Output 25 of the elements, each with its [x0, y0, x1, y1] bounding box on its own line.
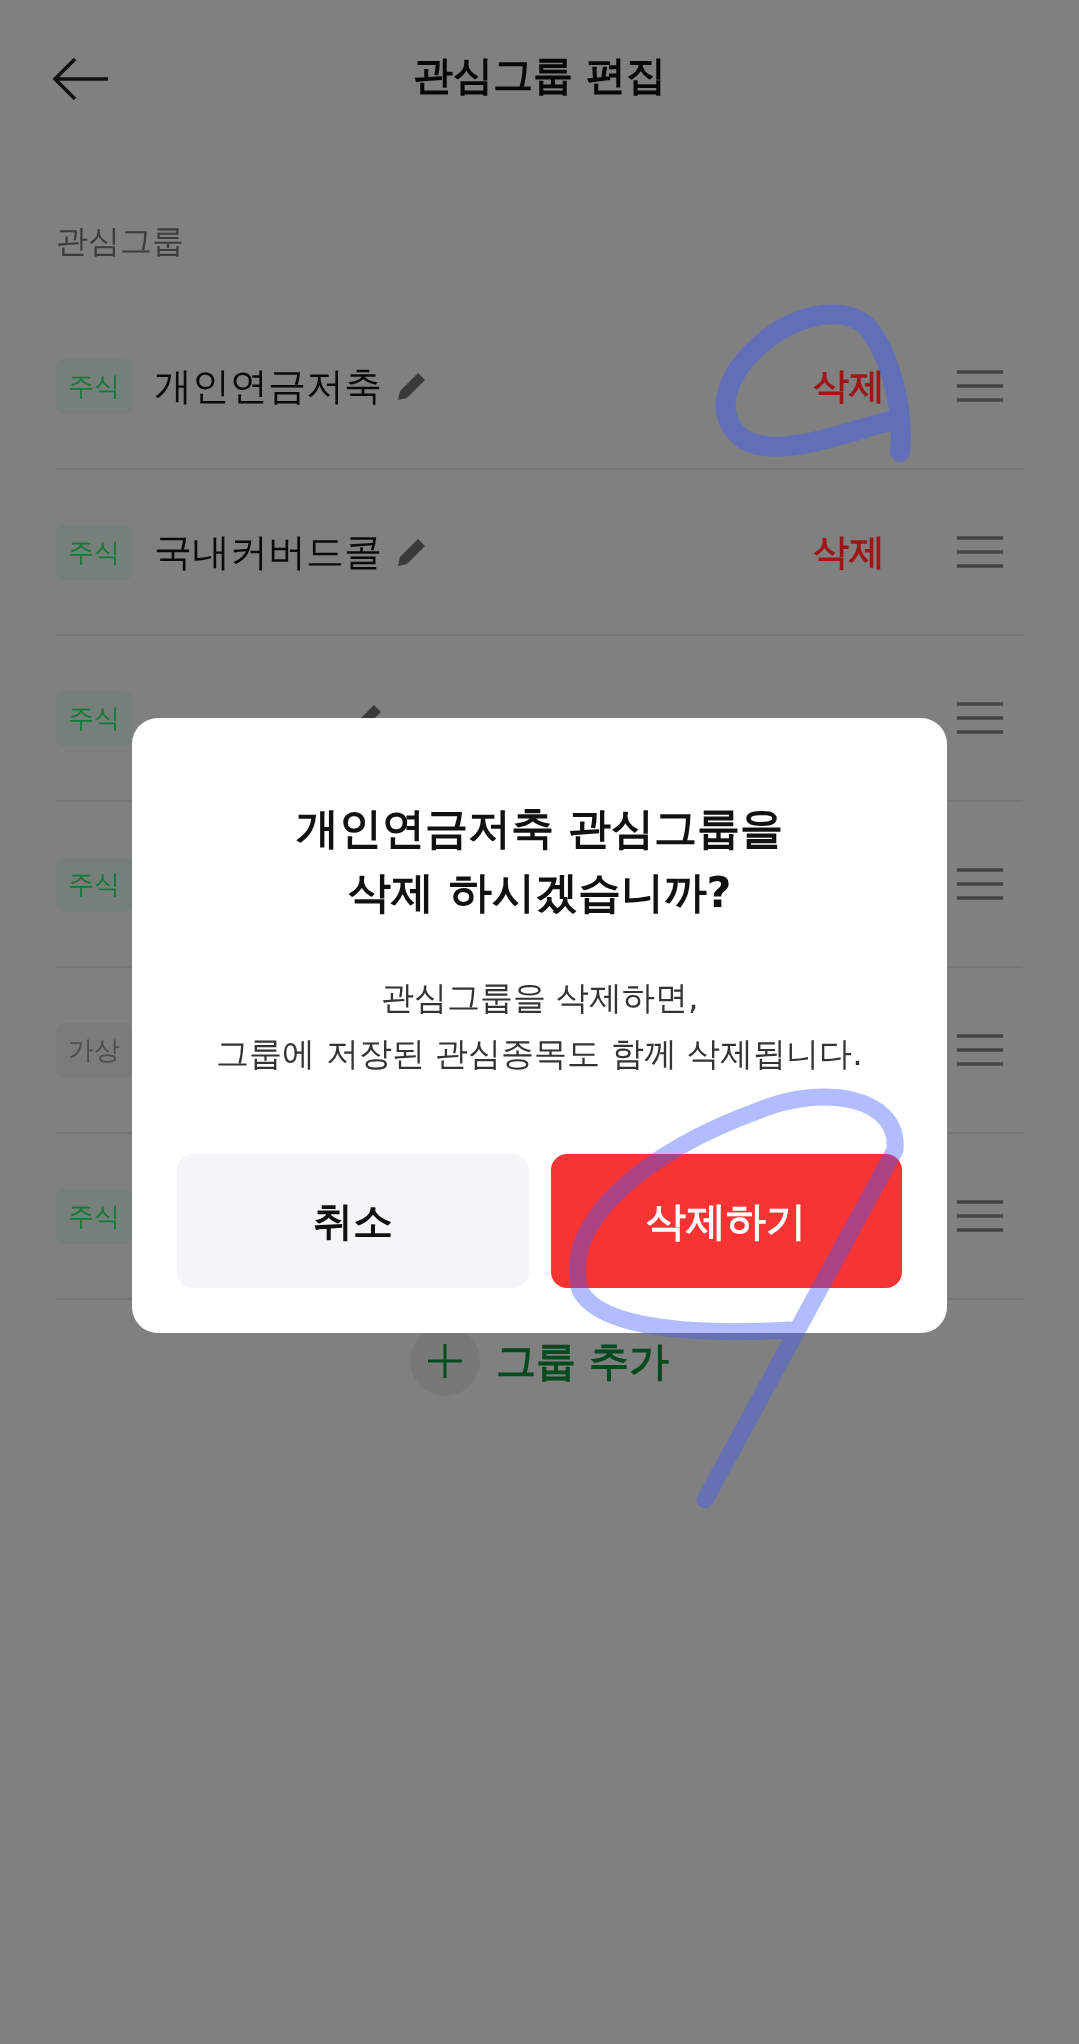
delete-confirm-button[interactable]: 삭제하기 [550, 1154, 902, 1288]
dialog-title: 삭제 하시겠습니까? [347, 866, 732, 919]
dialog-title: 개인연금저축 관심그룹을 [295, 802, 784, 855]
back-arrow-icon[interactable] [52, 56, 110, 102]
drag-handle-icon[interactable] [957, 1199, 1003, 1233]
delete-button[interactable]: 삭제 [813, 361, 885, 411]
section-label: 관심그룹 [56, 221, 185, 262]
group-name: 국내커버드콜 [154, 528, 382, 576]
drag-handle-icon[interactable] [957, 369, 1003, 403]
category-tag: 주식 [56, 524, 132, 580]
group-name: 개인연금저축 [154, 362, 382, 410]
category-tag: 주식 [56, 690, 132, 746]
drag-handle-icon[interactable] [957, 701, 1003, 735]
drag-handle-icon[interactable] [957, 867, 1003, 901]
delete-button[interactable]: 삭제 [813, 527, 885, 577]
category-tag: 주식 [56, 856, 132, 912]
dialog-message: 관심그룹을 삭제하면, [380, 977, 699, 1019]
drag-handle-icon[interactable] [957, 535, 1003, 569]
category-tag: 주식 [56, 358, 132, 414]
page-title: 관심그룹 편집 [412, 50, 667, 100]
cancel-button[interactable]: 취소 [177, 1154, 529, 1288]
add-group-button[interactable]: 그룹 추가 [495, 1333, 670, 1389]
drag-handle-icon[interactable] [957, 1033, 1003, 1067]
category-tag: 주식 [56, 1188, 132, 1244]
dialog-message: 그룹에 저장된 관심종목도 함께 삭제됩니다. [216, 1033, 863, 1075]
